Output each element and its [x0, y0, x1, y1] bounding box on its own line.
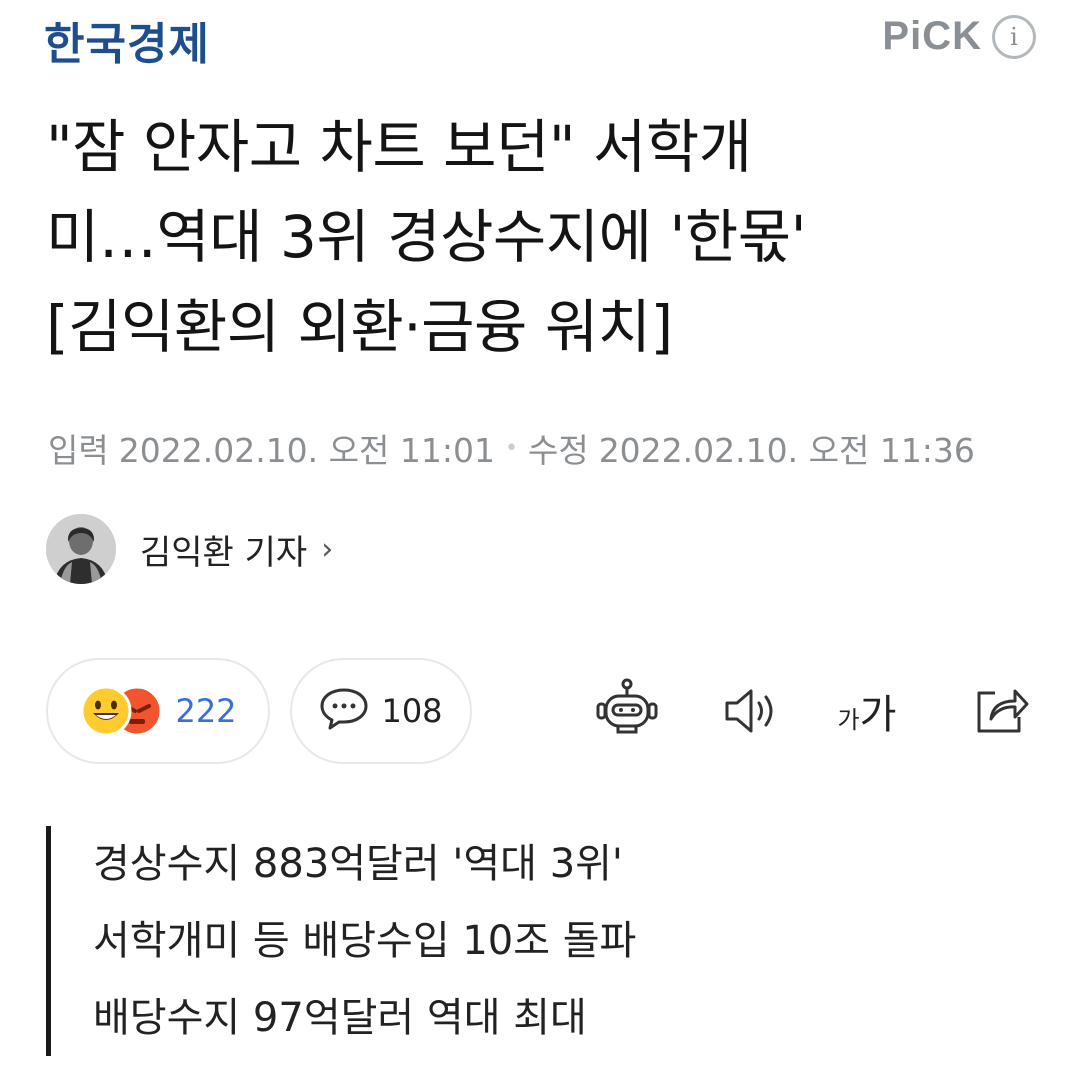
comment-bubble-icon [319, 686, 369, 736]
modified-label: 수정 [527, 431, 589, 470]
chevron-right-icon: › [321, 531, 334, 567]
top-bar: 한국경제 PiCK i [0, 0, 1080, 80]
input-date: 2022.02.10. 오전 11:01 [118, 431, 495, 470]
headline-line: [김익환의 외환·금융 워치] [46, 293, 673, 361]
reaction-count: 222 [175, 692, 237, 730]
summary-line: 서학개미 등 배당수입 10조 돌파 [93, 918, 637, 964]
pick-badge-group: PiCK i [882, 14, 1036, 59]
article-action-bar: 222 108 가가 [46, 658, 1036, 764]
headline-line: 미…역대 3위 경상수지에 '한몫' [46, 203, 807, 271]
summary-line: 경상수지 883억달러 '역대 3위' [93, 841, 623, 887]
reporter-avatar [46, 514, 116, 584]
reaction-emojis [79, 684, 165, 738]
article-summary: 경상수지 883억달러 '역대 3위' 서학개미 등 배당수입 10조 돌파 배… [46, 826, 1036, 1056]
reporter-link[interactable]: 김익환 기자 › [46, 514, 333, 584]
info-icon[interactable]: i [992, 14, 1036, 59]
article-headline: "잠 안자고 차트 보던" 서학개 미…역대 3위 경상수지에 '한몫' [김익… [46, 102, 1036, 372]
headline-line: "잠 안자고 차트 보던" 서학개 [46, 113, 752, 181]
font-size-icon[interactable]: 가가 [832, 676, 902, 746]
comment-count: 108 [381, 692, 443, 730]
pick-badge: PiCK [882, 14, 982, 58]
reporter-name: 김익환 기자 [140, 532, 308, 573]
speaker-icon[interactable] [716, 676, 786, 746]
font-size-small-label: 가 [837, 706, 860, 734]
summary-line: 배당수지 97억달러 역대 최대 [93, 995, 587, 1041]
input-label: 입력 [48, 431, 109, 470]
date-separator: • [504, 435, 518, 461]
reaction-button[interactable]: 222 [46, 658, 270, 764]
article-dates: 입력 2022.02.10. 오전 11:01 • 수정 2022.02.10.… [48, 424, 975, 472]
font-size-large-label: 가 [859, 692, 897, 738]
robot-summary-icon[interactable] [592, 676, 662, 746]
modified-date: 2022.02.10. 오전 11:36 [598, 431, 975, 470]
publisher-logo[interactable]: 한국경제 [44, 8, 210, 72]
comment-button[interactable]: 108 [290, 658, 472, 764]
share-icon[interactable] [966, 676, 1036, 746]
happy-emoji-icon [80, 685, 132, 737]
